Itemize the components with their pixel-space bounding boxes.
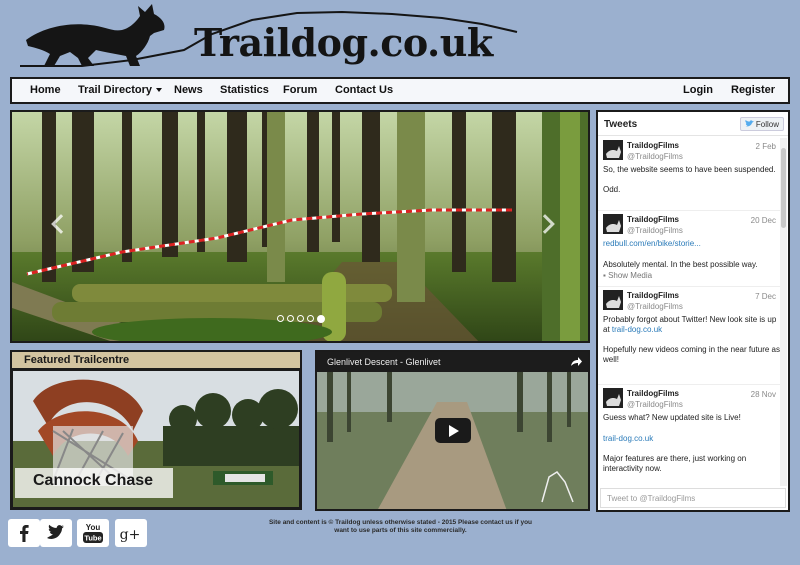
tweet-link[interactable]: trail-dog.co.uk [603,434,653,443]
tweet-author[interactable]: TraildogFilms [627,291,679,300]
nav-home[interactable]: Home [30,84,61,96]
carousel-dot-active[interactable] [317,315,325,323]
image-carousel [10,110,590,343]
nav-register[interactable]: Register [731,84,775,96]
svg-text:g+: g+ [120,527,141,543]
video-titlebar: Glenlivet Descent - Glenlivet [317,352,588,372]
featured-trailcentre-name: Cannock Chase [33,472,154,489]
tweet-handle[interactable]: @TraildogFilms [627,226,683,235]
avatar[interactable] [603,140,623,160]
avatar[interactable] [603,388,623,408]
google-plus-icon: g+ [120,527,141,543]
tweet-handle[interactable]: @TraildogFilms [627,400,683,409]
tweets-scrollbar-thumb[interactable] [781,148,786,228]
featured-trailcentre-title: Featured Trailcentre [24,354,130,366]
show-media-label: Show Media [608,271,653,280]
featured-trailcentre-image[interactable]: Cannock Chase [10,368,302,510]
carousel-dot[interactable] [307,315,314,322]
tweet-text: Probably forgot about Twitter! New look … [603,315,777,324]
tweet-date[interactable]: 7 Dec [755,292,776,301]
tweet-text: Absolutely mental. In the best possible … [603,260,758,269]
forest-trail-photo [12,112,588,341]
tweet-text: So, the website seems to have been suspe… [603,165,776,174]
tweets-list[interactable]: TraildogFilms @TraildogFilms 2 Feb So, t… [598,137,782,487]
avatar[interactable] [603,214,623,234]
carousel-dot[interactable] [287,315,294,322]
carousel-dot[interactable] [277,315,284,322]
tweet-item: TraildogFilms @TraildogFilms 2 Feb So, t… [598,137,782,211]
logo-text: Traildog.co.uk [194,20,493,65]
tweet-text: interactivity now. [603,464,662,473]
video-title[interactable]: Glenlivet Descent - Glenlivet [327,357,441,367]
youtube-button[interactable]: You Tube [77,519,109,547]
featured-trailcentre-header: Featured Trailcentre [10,350,302,369]
video-player[interactable]: Glenlivet Descent - Glenlivet [315,350,590,511]
tweet-author[interactable]: TraildogFilms [627,389,679,398]
tweet-item: TraildogFilms @TraildogFilms 28 Nov Gues… [598,385,782,487]
twitter-bird-icon [744,120,754,127]
nav-statistics[interactable]: Statistics [220,84,269,96]
tweet-compose-placeholder: Tweet to @TraildogFilms [607,494,696,503]
tweet-text: Hopefully new videos coming in the near … [603,345,780,354]
tweet-date[interactable]: 20 Dec [751,216,776,225]
tweet-text: at [603,325,610,334]
carousel-indicators [277,315,325,323]
tweet-text: well! [603,355,620,364]
tweet-text: Major features are there, just working o… [603,454,747,463]
nav-contact-us[interactable]: Contact Us [335,84,393,96]
tweet-date[interactable]: 2 Feb [756,142,776,151]
avatar[interactable] [603,290,623,310]
nav-login[interactable]: Login [683,84,713,96]
tweet-text: Odd. [603,185,621,194]
tweet-text-line: at trail-dog.co.uk [603,325,662,334]
tweet-author[interactable]: TraildogFilms [627,215,679,224]
twitter-icon [47,524,64,539]
tweet-text: Guess what? New updated site is Live! [603,413,741,422]
tweet-item: TraildogFilms @TraildogFilms 7 Dec Proba… [598,287,782,385]
twitter-follow-button[interactable]: Follow [739,117,784,131]
tweet-author[interactable]: TraildogFilms [627,141,679,150]
nav-trail-directory[interactable]: Trail Directory [78,84,162,96]
tweet-link[interactable]: redbull.com/en/bike/storie... [603,239,701,248]
tweets-header: Tweets Follow [598,112,788,136]
tweet-compose-box[interactable]: Tweet to @TraildogFilms [600,488,786,508]
carousel-dot[interactable] [297,315,304,322]
tweet-date[interactable]: 28 Nov [751,390,776,399]
caret-down-icon [155,88,162,93]
main-navbar: Home Trail Directory News Statistics For… [10,77,790,104]
twitter-button[interactable] [40,519,72,547]
share-icon[interactable] [570,356,582,368]
google-plus-button[interactable]: g+ [115,519,147,547]
svg-text:You: You [86,523,101,532]
youtube-icon: You Tube [83,523,103,543]
facebook-icon [20,525,29,542]
tweets-scrollbar[interactable] [780,138,787,486]
twitter-timeline-widget: Tweets Follow TraildogFilms @TraildogFil… [596,110,790,512]
nav-news[interactable]: News [174,84,203,96]
footer-copyright: Site and content is © Traildog unless ot… [268,519,533,534]
tweet-link[interactable]: trail-dog.co.uk [612,325,662,334]
featured-caption-box: Cannock Chase [15,468,173,498]
show-media-link[interactable]: ▪ Show Media [603,271,652,280]
play-button-icon[interactable] [435,418,471,443]
tweets-title: Tweets [604,119,638,130]
facebook-button[interactable] [8,519,40,547]
tweet-handle[interactable]: @TraildogFilms [627,302,683,311]
site-logo[interactable]: Traildog.co.uk [12,0,522,74]
svg-text:Tube: Tube [84,534,101,543]
follow-label: Follow [755,119,779,129]
nav-trail-directory-label: Trail Directory [78,84,152,96]
nav-forum[interactable]: Forum [283,84,317,96]
tweet-item: TraildogFilms @TraildogFilms 20 Dec redb… [598,211,782,287]
tweet-handle[interactable]: @TraildogFilms [627,152,683,161]
